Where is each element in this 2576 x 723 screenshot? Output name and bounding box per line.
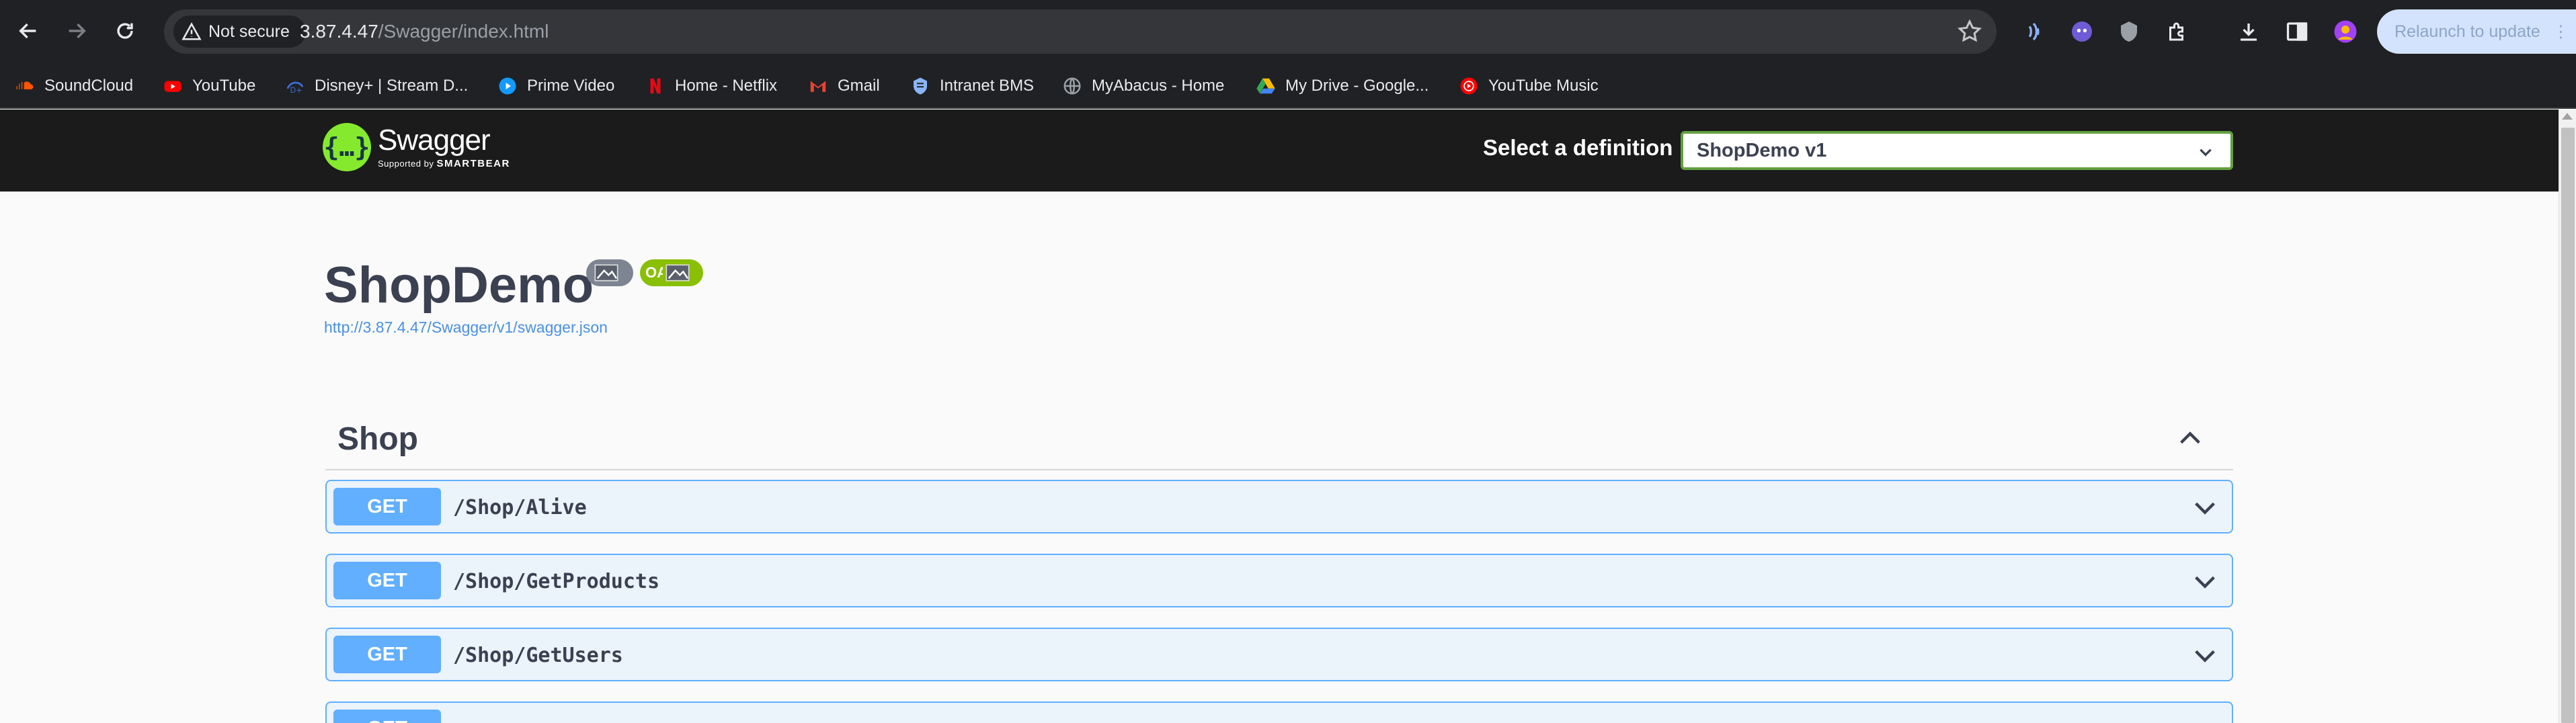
gmail-icon [808,76,828,96]
shield-extension-icon[interactable] [2115,17,2143,46]
bookmark-myabacus[interactable]: MyAbacus - Home [1062,71,1224,101]
broken-image-icon [666,264,690,282]
swagger-logo[interactable]: {…} Swagger Supported by SMARTBEAR [323,123,510,171]
operation-get-shop-getproducts[interactable]: GET /Shop/GetProducts [325,554,2233,607]
scrollbar-thumb[interactable] [2561,128,2575,723]
warning-triangle-icon [182,22,202,40]
url-path: /Swagger/index.html [378,21,549,42]
netflix-icon [645,76,666,96]
operation-path: /Shop/GetProducts [453,570,660,593]
chevron-down-icon [2200,148,2212,157]
bookmarks-bar: SoundCloud YouTube D+ Disney+ | Stream D… [0,65,2576,109]
definition-label: Select a definition [1483,135,1673,160]
back-button[interactable] [7,9,50,52]
api-title: ShopDemo [324,257,594,314]
chevron-down-icon[interactable] [2191,642,2218,669]
shield-icon [910,76,930,96]
disney-plus-icon: D+ [285,76,305,96]
bookmark-prime-video[interactable]: Prime Video [497,71,614,101]
bookmark-label: Disney+ | Stream D... [315,77,469,95]
bookmark-youtube-music[interactable]: YouTube Music [1459,71,1599,101]
logo-company: SMARTBEAR [436,157,510,169]
scroll-up-arrow-icon[interactable] [2562,113,2573,120]
url-text[interactable]: 3.87.4.47/Swagger/index.html [300,21,549,42]
bookmark-disney-plus[interactable]: D+ Disney+ | Stream D... [285,71,468,101]
browser-toolbar: Not secure 3.87.4.47/Swagger/index.html … [0,0,2576,65]
bookmark-label: SoundCloud [44,77,134,95]
more-vertical-icon: ⋮ [2552,22,2569,41]
security-label: Not secure [208,22,290,41]
operation-path: /Shop/GetUsers [453,644,623,667]
relaunch-to-update-button[interactable]: Relaunch to update ⋮ [2377,9,2576,54]
url-host: 3.87.4.47 [300,21,378,42]
operation-partial[interactable]: GET [325,701,2233,723]
bookmark-label: Gmail [838,77,880,95]
ghost-extension-icon[interactable] [2068,17,2096,46]
reload-button[interactable] [104,9,147,52]
definition-selected-value: ShopDemo v1 [1697,139,1827,161]
bookmark-star-icon[interactable] [1956,18,1983,45]
globe-icon [1062,76,1082,96]
extensions-puzzle-icon[interactable] [2163,17,2191,46]
youtube-icon [163,76,183,96]
site-security-chip[interactable]: Not secure [173,15,306,48]
swagger-json-link[interactable]: http://3.87.4.47/Swagger/v1/swagger.json [324,318,608,337]
tag-section-header[interactable]: Shop [325,406,2233,470]
oas-badge: OAS [640,259,703,286]
definition-select[interactable]: ShopDemo v1 [1681,131,2233,170]
youtube-music-icon [1459,76,1479,96]
bookmark-gmail[interactable]: Gmail [808,71,880,101]
profile-avatar-icon[interactable] [2331,17,2360,46]
oas-label: OAS [645,264,663,281]
chevron-down-icon[interactable] [2191,495,2218,521]
chevron-down-icon[interactable] [2191,568,2218,595]
operation-get-shop-alive[interactable]: GET /Shop/Alive [325,480,2233,534]
bookmark-soundcloud[interactable]: SoundCloud [15,71,133,101]
logo-supported-by: Supported by [378,158,434,169]
bookmark-my-drive[interactable]: My Drive - Google... [1256,71,1428,101]
bookmark-label: YouTube [192,77,256,95]
relaunch-label: Relaunch to update [2394,22,2540,41]
bookmark-label: YouTube Music [1488,77,1599,95]
swagger-braces-icon: {…} [323,123,371,171]
tag-name: Shop [337,421,418,457]
method-badge: GET [333,636,441,673]
bookmark-label: MyAbacus - Home [1092,77,1225,95]
read-aloud-extension-icon[interactable] [2019,17,2048,46]
swagger-topbar: {…} Swagger Supported by SMARTBEAR Selec… [0,110,2559,192]
method-badge: GET [333,710,441,723]
broken-image-icon [594,264,618,282]
bookmark-netflix[interactable]: Home - Netflix [645,71,777,101]
svg-text:D+: D+ [290,86,303,95]
arrow-right-icon [69,23,86,39]
forward-button[interactable] [55,9,98,52]
chevron-up-icon[interactable] [2177,425,2204,452]
bookmark-youtube[interactable]: YouTube [163,71,255,101]
operation-get-shop-getusers[interactable]: GET /Shop/GetUsers [325,628,2233,681]
download-icon[interactable] [2235,17,2263,46]
soundcloud-icon [15,76,35,96]
bookmark-label: Intranet BMS [940,77,1035,95]
method-badge: GET [333,488,441,525]
arrow-left-icon [19,23,36,39]
logo-title: Swagger [378,123,491,157]
bookmark-label: My Drive - Google... [1285,77,1429,95]
address-bar[interactable]: Not secure 3.87.4.47/Swagger/index.html [164,9,1997,54]
operation-path: /Shop/Alive [453,496,587,519]
bookmark-label: Home - Netflix [675,77,778,95]
method-badge: GET [333,562,441,599]
google-drive-icon [1256,76,1276,96]
side-panel-icon[interactable] [2283,17,2311,46]
bookmark-intranet-bms[interactable]: Intranet BMS [910,71,1034,101]
version-badge [586,259,633,286]
prime-video-icon [497,76,518,96]
bookmark-label: Prime Video [527,77,615,95]
reload-icon [117,23,133,39]
